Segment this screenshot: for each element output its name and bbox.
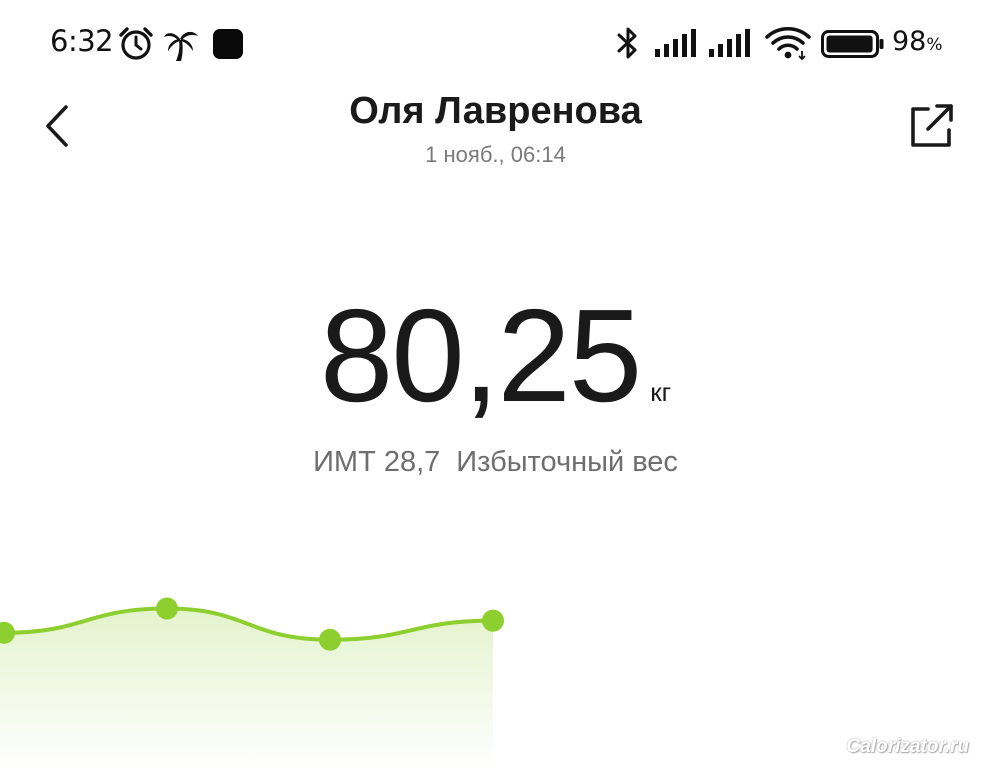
trend-point-2[interactable] — [156, 597, 178, 620]
bluetooth-icon — [617, 27, 637, 59]
weight-display: 80,25 кг — [0, 290, 991, 422]
share-external-icon — [911, 104, 953, 147]
bmi-info: ИМТ 28,7 Избыточный вес — [0, 446, 991, 479]
trend-point-3[interactable] — [319, 628, 341, 651]
page-title: Оля Лавренова — [349, 90, 642, 132]
bmi-value: ИМТ 28,7 — [313, 446, 441, 478]
weight-trend-chart[interactable] — [0, 560, 991, 768]
share-button[interactable] — [898, 98, 960, 156]
battery-percent: 98% — [892, 26, 943, 57]
signal-icon — [655, 29, 696, 57]
bmi-category: Избыточный вес — [456, 446, 678, 478]
alarm-icon — [119, 27, 153, 60]
measurement-timestamp: 1 нояб., 06:14 — [425, 142, 566, 167]
weight-value: 80,25 — [319, 282, 642, 429]
app-notification-icon — [213, 29, 243, 59]
palm-tree-icon — [164, 31, 198, 61]
watermark: Calorizator.ru — [846, 736, 969, 757]
weight-unit: кг — [650, 377, 672, 407]
trend-area — [0, 608, 493, 768]
wifi-icon — [765, 26, 811, 61]
trend-point-4[interactable] — [482, 609, 504, 632]
signal-icon — [709, 29, 750, 57]
battery-icon — [821, 30, 884, 58]
status-bar: 6:32 98% — [0, 0, 991, 88]
status-time: 6:32 — [50, 24, 114, 58]
